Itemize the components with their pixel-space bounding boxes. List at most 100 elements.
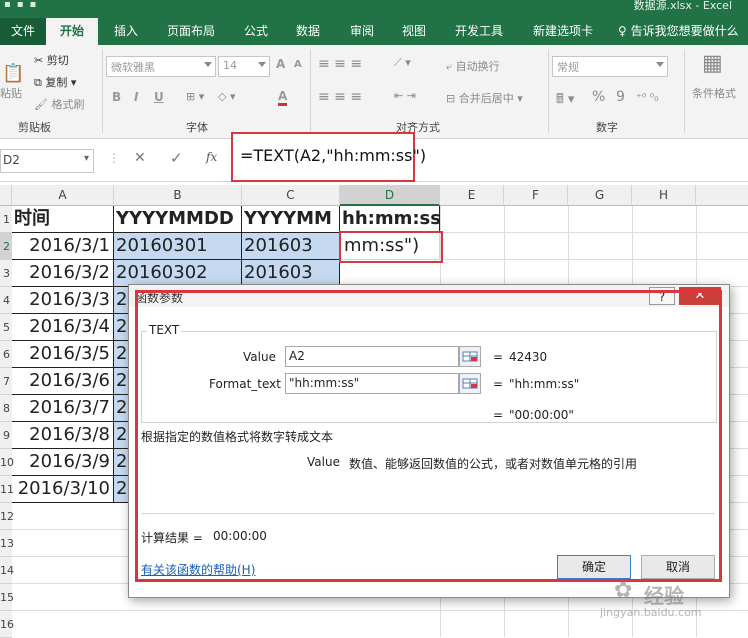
column-header-c[interactable]: C <box>242 185 340 206</box>
formula-input[interactable]: =TEXT(A2,"hh:mm:ss") <box>231 132 426 182</box>
enter-icon[interactable]: ✓ <box>170 149 183 167</box>
table-cell[interactable]: 2016/3/4 <box>12 314 114 341</box>
column-header-d[interactable]: D <box>340 185 440 206</box>
row-header[interactable]: 1 <box>0 206 12 233</box>
fill-color-button[interactable]: ◇ ▾ <box>218 90 235 103</box>
font-name-combo[interactable]: 微软雅黑 <box>106 56 216 77</box>
column-header-a[interactable]: A <box>12 185 114 206</box>
tab-developer[interactable]: 开发工具 <box>446 18 512 45</box>
table-cell[interactable]: YYYYMM <box>242 206 340 233</box>
table-cell[interactable]: 2016/3/8 <box>12 422 114 449</box>
column-header-g[interactable]: G <box>568 185 632 206</box>
tab-data[interactable]: 数据 <box>284 18 332 45</box>
copy-button[interactable]: ⧉ 复制 ▾ <box>34 74 76 90</box>
table-cell[interactable]: 20160301 <box>114 233 242 260</box>
column-header-f[interactable]: F <box>504 185 568 206</box>
more-icon: ⋮ <box>108 151 120 165</box>
tab-home[interactable]: 开始 <box>46 18 98 45</box>
font-color-button[interactable]: A <box>278 90 288 106</box>
row-header[interactable]: 6 <box>0 341 12 368</box>
borders-button[interactable]: ⊞ ▾ <box>186 90 204 103</box>
font-size-combo[interactable]: 14 <box>218 56 270 77</box>
shrink-font-button[interactable]: A <box>294 59 302 70</box>
merge-center-button[interactable]: ⊟ 合并后居中 ▾ <box>446 90 523 106</box>
tab-view[interactable]: 视图 <box>390 18 438 45</box>
table-cell[interactable]: 2016/3/7 <box>12 395 114 422</box>
paste-icon[interactable]: 📋 <box>2 63 24 84</box>
decimal-buttons[interactable]: ⁺⁰ ⁰₀ <box>636 91 659 104</box>
insert-function-button[interactable]: fx <box>206 150 217 164</box>
column-header-h[interactable]: H <box>632 185 696 206</box>
row-header[interactable]: 13 <box>0 530 14 557</box>
row-header[interactable]: 10 <box>0 449 14 476</box>
table-cell[interactable]: 2016/3/2 <box>12 260 114 287</box>
tab-new[interactable]: 新建选项卡 <box>526 18 600 45</box>
active-cell-highlight <box>339 231 443 263</box>
table-cell[interactable]: 20160302 <box>114 260 242 287</box>
font-name-value: 微软雅黑 <box>111 61 155 74</box>
select-all-corner[interactable] <box>0 185 12 206</box>
comma-button[interactable]: 9 <box>616 89 625 105</box>
underline-button[interactable]: U <box>154 90 164 104</box>
conditional-format-button[interactable]: 条件格式 <box>692 85 736 101</box>
align-top-icon[interactable]: ≡ ≡ ≡ <box>318 56 362 72</box>
chevron-down-icon: ▾ <box>83 153 89 164</box>
table-cell[interactable]: 时间 <box>12 206 114 233</box>
table-cell[interactable]: 2016/3/3 <box>12 287 114 314</box>
grow-font-button[interactable]: A <box>276 57 285 71</box>
row-header[interactable]: 2 <box>0 233 12 260</box>
cancel-icon[interactable]: ✕ <box>134 150 146 166</box>
quick-access-toolbar[interactable]: ▪▪▪ <box>4 0 42 10</box>
wrap-text-button[interactable]: ⤶ 自动换行 <box>446 58 500 74</box>
row-header[interactable]: 9 <box>0 422 12 449</box>
tell-me-box[interactable]: ♀ 告诉我您想要做什么 <box>618 18 748 45</box>
tab-formulas[interactable]: 公式 <box>232 18 280 45</box>
row-header[interactable]: 5 <box>0 314 12 341</box>
merge-icon: ⊟ <box>446 92 456 105</box>
italic-button[interactable]: I <box>134 90 138 104</box>
align-left-icon[interactable]: ≡ ≡ ≡ <box>318 89 362 105</box>
tab-insert[interactable]: 插入 <box>100 18 152 45</box>
tab-file[interactable]: 文件 <box>0 18 46 45</box>
formula-text: =TEXT(A2,"hh:mm:ss") <box>240 146 427 165</box>
tab-page-layout[interactable]: 页面布局 <box>156 18 226 45</box>
row-header[interactable]: 3 <box>0 260 12 287</box>
cut-button[interactable]: ✂ 剪切 <box>34 52 69 68</box>
table-cell[interactable]: 201603 <box>242 260 340 287</box>
column-header-e[interactable]: E <box>440 185 504 206</box>
table-cell[interactable]: 2016/3/10 <box>12 476 114 503</box>
row-header[interactable]: 14 <box>0 557 14 584</box>
table-cell[interactable]: YYYYMMDD <box>114 206 242 233</box>
font-size-value: 14 <box>223 59 237 72</box>
tab-review[interactable]: 审阅 <box>338 18 386 45</box>
number-format-combo[interactable]: 常规 <box>552 56 668 77</box>
column-header-b[interactable]: B <box>114 185 242 206</box>
row-header[interactable]: 16 <box>0 611 14 638</box>
format-painter-button[interactable]: 🖌 格式刷 <box>34 96 84 112</box>
row-header[interactable]: 15 <box>0 584 14 611</box>
ribbon-separator <box>684 49 685 133</box>
table-cell[interactable]: 2016/3/5 <box>12 341 114 368</box>
conditional-format-icon[interactable]: ▦ <box>702 51 723 76</box>
orientation-button[interactable]: ⟋ ▾ <box>394 56 411 70</box>
row-header[interactable]: 12 <box>0 503 14 530</box>
paste-button[interactable]: 粘贴 <box>0 85 22 101</box>
column-header-i[interactable] <box>696 185 748 206</box>
row-header[interactable]: 8 <box>0 395 12 422</box>
scissors-icon: ✂ <box>34 54 44 67</box>
indent-buttons[interactable]: ⇤ ⇥ <box>394 89 416 102</box>
table-cell[interactable]: 201603 <box>242 233 340 260</box>
row-header[interactable]: 7 <box>0 368 12 395</box>
table-cell[interactable]: 2016/3/1 <box>12 233 114 260</box>
bold-button[interactable]: B <box>112 90 121 104</box>
row-header[interactable]: 4 <box>0 287 12 314</box>
chevron-down-icon <box>204 62 212 67</box>
table-cell[interactable]: 2016/3/9 <box>12 449 114 476</box>
ribbon: 📋 粘贴 ✂ 剪切 ⧉ 复制 ▾ 🖌 格式刷 剪贴板 微软雅黑 14 A A B… <box>0 45 748 139</box>
table-cell[interactable]: 2016/3/6 <box>12 368 114 395</box>
percent-button[interactable]: % <box>592 89 605 105</box>
table-cell[interactable]: hh:mm:ss <box>340 206 440 233</box>
currency-button[interactable]: 🖩 ▾ <box>556 90 574 112</box>
row-header[interactable]: 11 <box>0 476 14 503</box>
name-box[interactable]: D2 ▾ <box>0 149 94 173</box>
